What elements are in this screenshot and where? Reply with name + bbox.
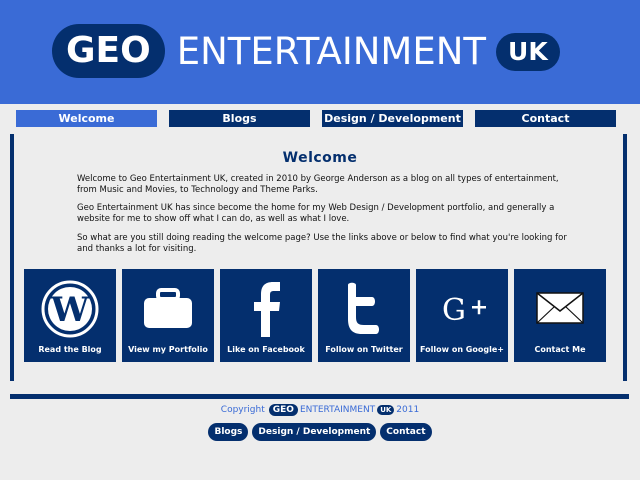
- envelope-icon: [514, 277, 606, 341]
- welcome-paragraph-1: Welcome to Geo Entertainment UK, created…: [77, 174, 559, 195]
- wordpress-icon: W: [24, 277, 116, 341]
- google-plus-icon: G: [416, 277, 508, 341]
- svg-text:W: W: [50, 290, 90, 330]
- copyright-prefix: Copyright: [220, 405, 265, 415]
- logo-uk-pill: UK: [496, 33, 560, 71]
- tile-label: Follow on Google+: [420, 345, 504, 354]
- footer-nav: Blogs Design / Development Contact: [0, 423, 640, 441]
- copyright-geo-pill: GEO: [268, 404, 298, 416]
- tile-contact[interactable]: Contact Me: [514, 269, 606, 362]
- briefcase-icon: [122, 277, 214, 341]
- site-logo[interactable]: GEO ENTERTAINMENT UK: [52, 23, 560, 79]
- svg-text:G: G: [442, 293, 466, 328]
- tile-twitter[interactable]: Follow on Twitter: [318, 269, 410, 362]
- tile-label: Like on Facebook: [227, 345, 305, 354]
- tile-label: Read the Blog: [38, 345, 102, 354]
- content-border-right: [623, 134, 627, 381]
- copyright-line: Copyright GEO ENTERTAINMENT UK 2011: [0, 404, 640, 416]
- content-border-left: [10, 134, 14, 381]
- tile-label: Follow on Twitter: [325, 345, 403, 354]
- nav-item-blogs[interactable]: Blogs: [169, 110, 310, 127]
- tile-label: Contact Me: [534, 345, 586, 354]
- page-title: Welcome: [282, 150, 358, 166]
- site-header: GEO ENTERTAINMENT UK: [0, 0, 640, 104]
- footer-link-contact[interactable]: Contact: [380, 423, 432, 441]
- welcome-paragraph-3: So what are you still doing reading the …: [77, 233, 567, 254]
- footer-link-blogs[interactable]: Blogs: [208, 423, 249, 441]
- copyright-year: 2011: [396, 405, 420, 415]
- tile-google-plus[interactable]: G Follow on Google+: [416, 269, 508, 362]
- main-nav: Welcome Blogs Design / Development Conta…: [16, 110, 616, 127]
- logo-entertainment-text: ENTERTAINMENT: [176, 29, 487, 73]
- copyright-uk-pill: UK: [377, 405, 395, 415]
- tile-facebook[interactable]: Like on Facebook: [220, 269, 312, 362]
- nav-item-contact[interactable]: Contact: [475, 110, 616, 127]
- tile-read-blog[interactable]: W Read the Blog: [24, 269, 116, 362]
- tile-portfolio[interactable]: View my Portfolio: [122, 269, 214, 362]
- footer-divider: [10, 394, 629, 399]
- footer-link-design-development[interactable]: Design / Development: [252, 423, 377, 441]
- nav-item-welcome[interactable]: Welcome: [16, 110, 157, 127]
- welcome-paragraph-2: Geo Entertainment UK has since become th…: [77, 203, 555, 224]
- facebook-icon: [220, 277, 312, 341]
- nav-item-design-development[interactable]: Design / Development: [322, 110, 463, 127]
- logo-geo-pill: GEO: [52, 24, 165, 78]
- copyright-entertainment: ENTERTAINMENT: [299, 405, 376, 415]
- twitter-icon: [318, 277, 410, 341]
- tile-label: View my Portfolio: [128, 345, 208, 354]
